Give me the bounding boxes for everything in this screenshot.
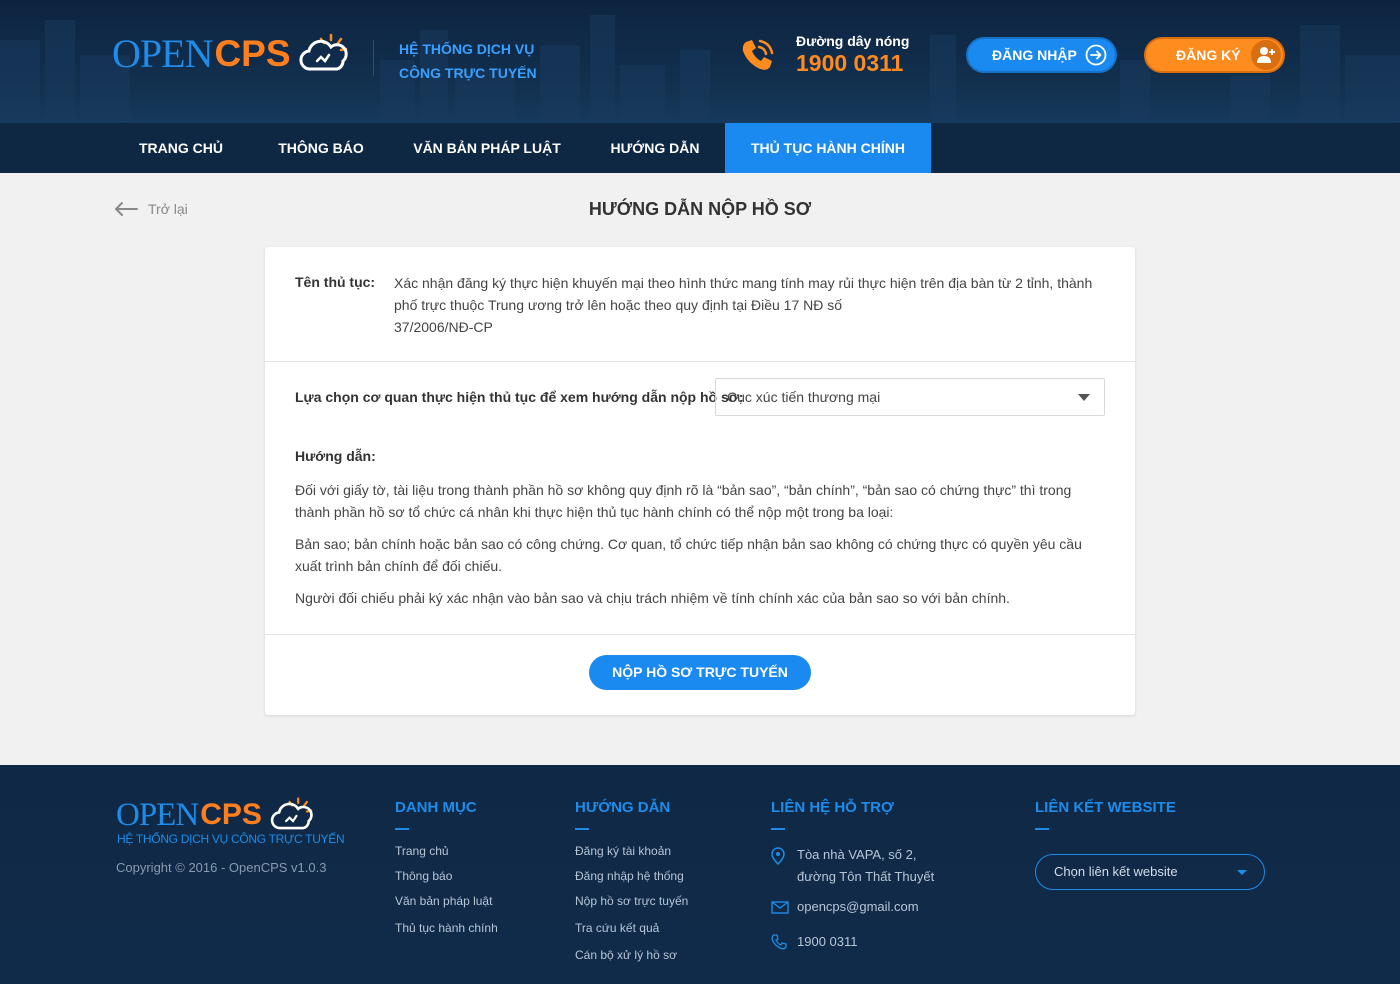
guide-section: Hướng dẫn: Đối với giấy tờ, tài liệu tro… [295, 445, 1105, 619]
slogan-line-1: HỆ THỐNG DỊCH VỤ [399, 41, 535, 57]
footer-link-home[interactable]: Trang chủ [395, 844, 498, 869]
slogan-line-2: CÔNG TRỰC TUYẾN [399, 65, 537, 81]
footer-link-lookup-results[interactable]: Tra cứu kết quả [575, 921, 688, 948]
hotline-text: Đường dây nóng 1900 0311 [796, 33, 909, 77]
contact-address: Tòa nhà VAPA, số 2, đường Tôn Thất Thuyế… [771, 844, 934, 888]
footer-logo[interactable]: OPEN CPS [116, 795, 318, 835]
footer-guides: HƯỚNG DẪN Đăng ký tài khoản Đăng nhập hệ… [575, 799, 688, 973]
nav-item-notifications[interactable]: THÔNG BÁO [252, 123, 390, 173]
contact-email-text[interactable]: opencps@gmail.com [797, 896, 919, 921]
cloud-sun-icon [299, 33, 348, 71]
contact-phone: 1900 0311 [771, 931, 934, 957]
login-icon [1085, 44, 1107, 66]
footer-contact: LIÊN HỆ HỖ TRỢ Tòa nhà VAPA, số 2, đường… [771, 799, 934, 957]
contact-email: opencps@gmail.com [771, 896, 934, 921]
agency-select-value: Cục xúc tiến thương mại [727, 389, 881, 405]
footer-categories-title: DANH MỤC [395, 799, 477, 816]
add-user-icon [1251, 40, 1281, 70]
guide-paragraph: Đối với giấy tờ, tài liệu trong thành ph… [295, 482, 1072, 520]
register-button-label: ĐĂNG KÝ [1176, 47, 1241, 63]
agency-select-label: Lựa chọn cơ quan thực hiện thủ tục để xe… [295, 389, 744, 405]
divider [265, 361, 1135, 362]
footer-guides-title: HƯỚNG DẪN [575, 799, 671, 816]
footer-website-links: LIÊN KẾT WEBSITE Chọn liên kết website [1035, 799, 1265, 899]
register-button[interactable]: ĐĂNG KÝ [1144, 37, 1285, 73]
site-footer: OPEN CPS HỆ THỐNG DỊCH VỤ CÔNG TRỰC TUYẾ… [0, 765, 1400, 984]
login-button-label: ĐĂNG NHẬP [992, 47, 1077, 63]
guide-title: Hướng dẫn: [295, 448, 376, 464]
footer-contact-title: LIÊN HỆ HỖ TRỢ [771, 799, 894, 816]
logo-open-text: OPEN [112, 31, 213, 76]
title-underline [1035, 828, 1049, 830]
contact-phone-text[interactable]: 1900 0311 [797, 931, 858, 957]
submit-online-button[interactable]: NỘP HỒ SƠ TRỰC TUYẾN [589, 655, 811, 690]
phone-icon [771, 931, 797, 957]
guide-paragraph: Bản sao; bản chính hoặc bản sao có công … [295, 536, 1082, 574]
procedure-name-label: Tên thủ tục: [295, 274, 376, 290]
copyright: Copyright © 2016 - OpenCPS v1.0.3 [116, 860, 327, 875]
footer-link-submit-online[interactable]: Nộp hồ sơ trực tuyến [575, 894, 688, 921]
submission-guide-card: Tên thủ tục: Xác nhận đăng ký thực hiện … [265, 247, 1135, 715]
footer-slogan: HỆ THỐNG DỊCH VỤ CÔNG TRỰC TUYẾN [117, 832, 345, 846]
title-underline [395, 828, 409, 830]
address-line-1: Tòa nhà VAPA, số 2, [797, 847, 917, 862]
footer-logo-open-text: OPEN [116, 796, 199, 833]
page-title: HƯỚNG DẪN NỘP HỒ SƠ [588, 199, 812, 219]
logo-cps-text: CPS [214, 32, 291, 74]
main-navigation: TRANG CHỦ THÔNG BÁO VĂN BẢN PHÁP LUẬT HƯ… [0, 123, 1400, 173]
procedure-name-row: Tên thủ tục: Xác nhận đăng ký thực hiện … [295, 272, 1105, 338]
contact-address-text: Tòa nhà VAPA, số 2, đường Tôn Thất Thuyế… [797, 844, 934, 888]
mail-icon [771, 896, 797, 921]
divider [265, 634, 1135, 635]
site-header: OPEN CPS HỆ THỐNG DỊCH VỤ CÔNG TRỰC TUYẾ… [0, 0, 1400, 123]
nav-item-home[interactable]: TRANG CHỦ [112, 123, 250, 173]
website-link-select[interactable]: Chọn liên kết website [1035, 854, 1265, 890]
hotline-label: Đường dây nóng [796, 33, 910, 49]
opencps-logo[interactable]: OPEN CPS [112, 30, 353, 77]
footer-website-links-title: LIÊN KẾT WEBSITE [1035, 799, 1176, 816]
footer-link-login[interactable]: Đăng nhập hệ thống [575, 869, 688, 894]
address-line-2: đường Tôn Thất Thuyết [797, 869, 935, 884]
procedure-name-value: Xác nhận đăng ký thực hiện khuyến mại th… [394, 272, 1104, 338]
hotline-number: 1900 0311 [796, 50, 904, 76]
cloud-sun-icon [270, 797, 313, 830]
caret-down-icon [1078, 394, 1090, 401]
footer-link-administrative-procedures[interactable]: Thủ tục hành chính [395, 921, 498, 946]
site-slogan: HỆ THỐNG DỊCH VỤ CÔNG TRỰC TUYẾN [399, 37, 537, 85]
login-button[interactable]: ĐĂNG NHẬP [966, 37, 1117, 73]
guide-paragraph: Người đối chiếu phải ký xác nhận vào bản… [295, 590, 1010, 606]
nav-item-legal-documents[interactable]: VĂN BẢN PHÁP LUẬT [392, 123, 582, 173]
map-pin-icon [771, 844, 797, 888]
footer-link-legal-documents[interactable]: Văn bản pháp luật [395, 894, 498, 921]
footer-link-notifications[interactable]: Thông báo [395, 869, 498, 894]
logo-separator [373, 40, 374, 76]
procedure-name-line-1: Xác nhận đăng ký thực hiện khuyến mại th… [394, 275, 1093, 313]
hotline: Đường dây nóng 1900 0311 [738, 33, 909, 77]
phone-icon [742, 39, 774, 70]
title-underline [771, 828, 785, 830]
website-link-select-placeholder: Chọn liên kết website [1054, 864, 1178, 879]
agency-select[interactable]: Cục xúc tiến thương mại [715, 378, 1105, 416]
footer-link-staff-processing[interactable]: Cán bộ xử lý hồ sơ [575, 948, 688, 973]
title-underline [575, 828, 589, 830]
caret-down-icon [1237, 870, 1247, 875]
nav-item-guides[interactable]: HƯỚNG DẪN [585, 123, 725, 173]
procedure-name-line-2: 37/2006/NĐ-CP [394, 319, 493, 335]
footer-logo-cps-text: CPS [200, 798, 262, 831]
footer-categories: DANH MỤC Trang chủ Thông báo Văn bản phá… [395, 799, 498, 946]
footer-link-register-account[interactable]: Đăng ký tài khoản [575, 844, 688, 869]
nav-item-administrative-procedures[interactable]: THỦ TỤC HÀNH CHÍNH [725, 123, 931, 173]
